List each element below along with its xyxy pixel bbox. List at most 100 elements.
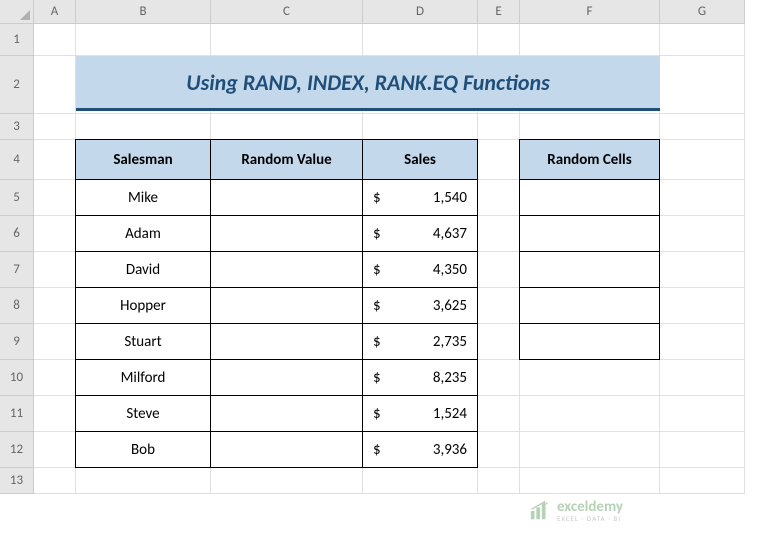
cell-F13[interactable] [520, 468, 660, 494]
header-random_value[interactable]: Random Value [210, 139, 363, 180]
row-header-12[interactable]: 12 [0, 432, 34, 468]
random-value-cell[interactable] [210, 395, 363, 432]
cell-F1[interactable] [520, 24, 660, 56]
cell-A2[interactable] [34, 56, 76, 114]
sales-cell[interactable]: $8,235 [362, 359, 478, 396]
header-random-cells[interactable]: Random Cells [519, 139, 660, 180]
cell-E12[interactable] [478, 432, 520, 468]
cell-G8[interactable] [660, 288, 745, 324]
row-header-2[interactable]: 2 [0, 56, 34, 114]
cell-B1[interactable] [76, 24, 211, 56]
cell-E5[interactable] [478, 180, 520, 216]
salesman-cell[interactable]: Adam [75, 215, 211, 252]
cell-F3[interactable] [520, 114, 660, 140]
cell-E8[interactable] [478, 288, 520, 324]
row-header-5[interactable]: 5 [0, 180, 34, 216]
row-header-3[interactable]: 3 [0, 114, 34, 140]
sales-cell[interactable]: $1,540 [362, 179, 478, 216]
cell-A12[interactable] [34, 432, 76, 468]
cell-F12[interactable] [520, 432, 660, 468]
cell-E9[interactable] [478, 324, 520, 360]
column-header-E[interactable]: E [478, 0, 520, 24]
cell-B3[interactable] [76, 114, 211, 140]
cell-G2[interactable] [660, 56, 745, 114]
random-cells-cell[interactable] [519, 215, 660, 252]
cell-E13[interactable] [478, 468, 520, 494]
cell-A4[interactable] [34, 140, 76, 180]
salesman-cell[interactable]: Steve [75, 395, 211, 432]
row-header-7[interactable]: 7 [0, 252, 34, 288]
row-header-6[interactable]: 6 [0, 216, 34, 252]
cell-A3[interactable] [34, 114, 76, 140]
cell-A7[interactable] [34, 252, 76, 288]
cell-C3[interactable] [211, 114, 363, 140]
random-value-cell[interactable] [210, 179, 363, 216]
column-header-B[interactable]: B [76, 0, 211, 24]
header-sales[interactable]: Sales [362, 139, 478, 180]
row-header-10[interactable]: 10 [0, 360, 34, 396]
random-value-cell[interactable] [210, 431, 363, 468]
header-salesman[interactable]: Salesman [75, 139, 211, 180]
cell-A6[interactable] [34, 216, 76, 252]
cell-E3[interactable] [478, 114, 520, 140]
cell-G13[interactable] [660, 468, 745, 494]
cell-E4[interactable] [478, 140, 520, 180]
salesman-cell[interactable]: Bob [75, 431, 211, 468]
cell-D13[interactable] [363, 468, 478, 494]
random-cells-cell[interactable] [519, 179, 660, 216]
sales-cell[interactable]: $2,735 [362, 323, 478, 360]
cell-G4[interactable] [660, 140, 745, 180]
cell-A1[interactable] [34, 24, 76, 56]
random-value-cell[interactable] [210, 359, 363, 396]
sales-cell[interactable]: $3,625 [362, 287, 478, 324]
random-cells-cell[interactable] [519, 323, 660, 360]
column-header-C[interactable]: C [211, 0, 363, 24]
row-header-13[interactable]: 13 [0, 468, 34, 494]
cell-F11[interactable] [520, 396, 660, 432]
row-header-4[interactable]: 4 [0, 140, 34, 180]
row-header-9[interactable]: 9 [0, 324, 34, 360]
random-cells-cell[interactable] [519, 251, 660, 288]
select-all-corner[interactable] [0, 0, 34, 24]
sales-cell[interactable]: $1,524 [362, 395, 478, 432]
salesman-cell[interactable]: Mike [75, 179, 211, 216]
cell-B13[interactable] [76, 468, 211, 494]
cell-A8[interactable] [34, 288, 76, 324]
cell-G6[interactable] [660, 216, 745, 252]
salesman-cell[interactable]: David [75, 251, 211, 288]
cell-G5[interactable] [660, 180, 745, 216]
column-header-G[interactable]: G [660, 0, 745, 24]
sales-cell[interactable]: $3,936 [362, 431, 478, 468]
cell-F10[interactable] [520, 360, 660, 396]
cell-D1[interactable] [363, 24, 478, 56]
cell-E7[interactable] [478, 252, 520, 288]
cell-E10[interactable] [478, 360, 520, 396]
cell-E6[interactable] [478, 216, 520, 252]
random-value-cell[interactable] [210, 215, 363, 252]
cell-G10[interactable] [660, 360, 745, 396]
cell-A10[interactable] [34, 360, 76, 396]
cell-D3[interactable] [363, 114, 478, 140]
cell-A5[interactable] [34, 180, 76, 216]
cell-A9[interactable] [34, 324, 76, 360]
row-header-11[interactable]: 11 [0, 396, 34, 432]
random-value-cell[interactable] [210, 323, 363, 360]
random-value-cell[interactable] [210, 287, 363, 324]
column-header-A[interactable]: A [34, 0, 76, 24]
random-value-cell[interactable] [210, 251, 363, 288]
salesman-cell[interactable]: Milford [75, 359, 211, 396]
cell-G1[interactable] [660, 24, 745, 56]
cell-C1[interactable] [211, 24, 363, 56]
row-header-8[interactable]: 8 [0, 288, 34, 324]
salesman-cell[interactable]: Hopper [75, 287, 211, 324]
sales-cell[interactable]: $4,637 [362, 215, 478, 252]
column-header-F[interactable]: F [520, 0, 660, 24]
cell-G7[interactable] [660, 252, 745, 288]
cell-E11[interactable] [478, 396, 520, 432]
sales-cell[interactable]: $4,350 [362, 251, 478, 288]
cell-A11[interactable] [34, 396, 76, 432]
salesman-cell[interactable]: Stuart [75, 323, 211, 360]
column-header-D[interactable]: D [363, 0, 478, 24]
random-cells-cell[interactable] [519, 287, 660, 324]
row-header-1[interactable]: 1 [0, 24, 34, 56]
